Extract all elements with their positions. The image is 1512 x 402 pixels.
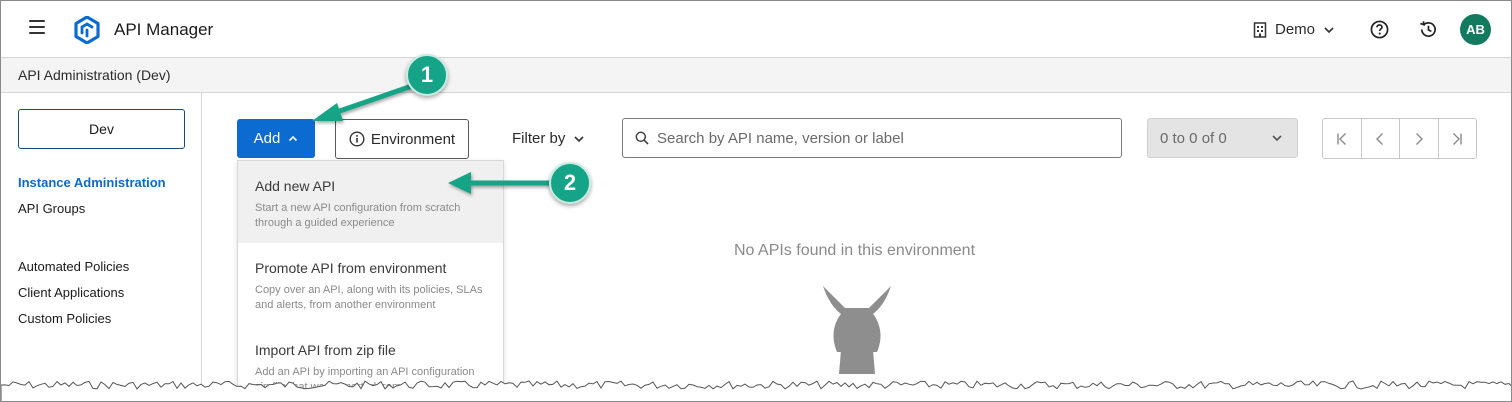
annotation-step-1: 1 bbox=[406, 54, 448, 96]
annotation-arrow-1 bbox=[312, 84, 412, 121]
torn-edge bbox=[1, 380, 1511, 401]
app-window: API Manager Demo AB API Administration (… bbox=[0, 0, 1512, 402]
annotation-arrows bbox=[312, 84, 552, 194]
annotation-arrow-2 bbox=[448, 172, 552, 194]
annotation-step-2: 2 bbox=[549, 162, 591, 204]
